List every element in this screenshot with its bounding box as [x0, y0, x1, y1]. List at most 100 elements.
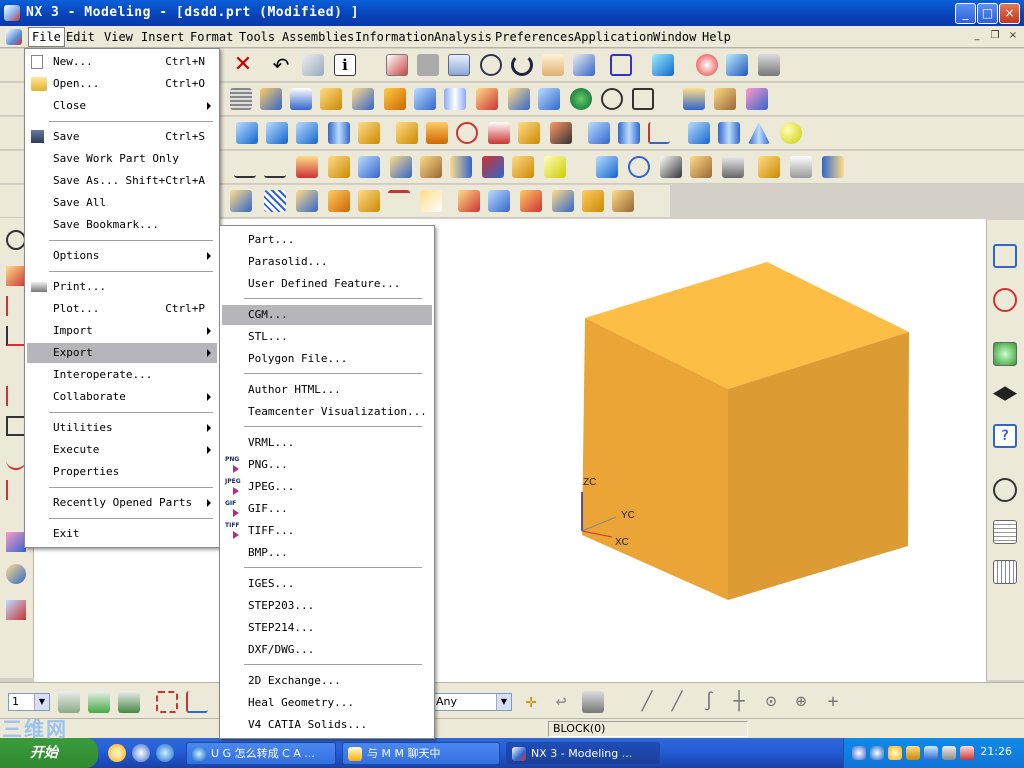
curve-icon-8[interactable]	[450, 156, 472, 178]
file-import[interactable]: Import	[27, 321, 217, 341]
document-icon[interactable]	[6, 29, 22, 45]
form-icon-3[interactable]	[296, 122, 318, 144]
curve-icon-3[interactable]	[296, 156, 318, 178]
snap-existing-point-icon[interactable]: +	[822, 691, 844, 713]
file-save[interactable]: Save Ctrl+S	[27, 127, 217, 147]
export-jpeg[interactable]: JPEG JPEG...	[222, 477, 432, 497]
surface-icon-5[interactable]	[722, 156, 744, 178]
rotate-icon[interactable]	[511, 54, 533, 76]
surface-icon-7[interactable]	[790, 156, 812, 178]
layer-visible-icon[interactable]	[88, 691, 110, 713]
task-button-chat[interactable]: 与 M M 聊天中	[342, 742, 500, 765]
file-recently-opened-parts[interactable]: Recently Opened Parts	[27, 493, 217, 513]
menu-preferences[interactable]: Preferences	[493, 29, 576, 45]
help-icon[interactable]: ?	[993, 424, 1017, 448]
close-button[interactable]: ×	[999, 3, 1020, 24]
feature-icon-14[interactable]	[632, 88, 654, 110]
freeform-icon-2[interactable]	[264, 190, 286, 212]
block-icon[interactable]	[688, 122, 710, 144]
menu-assemblies[interactable]: Assemblies	[280, 29, 356, 45]
freeform-icon-9[interactable]	[488, 190, 510, 212]
freeform-icon-8[interactable]	[458, 190, 480, 212]
freeform-icon-11[interactable]	[552, 190, 574, 212]
tray-expand-icon[interactable]	[852, 746, 866, 760]
tray-messenger-icon[interactable]	[870, 746, 884, 760]
menu-window[interactable]: Window	[651, 29, 698, 45]
snap-control-point-icon[interactable]: ∫	[698, 691, 720, 713]
history-icon[interactable]	[993, 478, 1017, 502]
zoom-window-icon[interactable]	[448, 54, 470, 76]
freeform-icon-7[interactable]	[420, 190, 442, 212]
feature-icon-6[interactable]	[384, 88, 406, 110]
file-export[interactable]: Export	[27, 343, 217, 363]
doc-minimize-icon[interactable]: _	[970, 30, 984, 43]
left-tool-icon-9[interactable]	[6, 480, 26, 500]
zoom-icon[interactable]	[417, 54, 439, 76]
web-browser-icon[interactable]	[993, 342, 1017, 366]
feature-icon-11[interactable]	[538, 88, 560, 110]
freeform-icon-13[interactable]	[612, 190, 634, 212]
feature-icon-3[interactable]	[290, 88, 312, 110]
form-icon-9[interactable]	[488, 122, 510, 144]
copy-icon[interactable]	[302, 54, 324, 76]
measure-icon[interactable]	[683, 88, 705, 110]
feature-icon-10[interactable]	[508, 88, 530, 110]
curve-icon-11[interactable]	[544, 156, 566, 178]
cylinder-icon[interactable]	[718, 122, 740, 144]
menu-edit[interactable]: Edit	[64, 29, 97, 45]
assembly-navigator-icon[interactable]	[993, 244, 1017, 268]
export-2d-exchange[interactable]: 2D Exchange...	[222, 671, 432, 691]
snap-midpoint-icon[interactable]: ╱	[666, 691, 688, 713]
file-save-as[interactable]: Save As... Shift+Ctrl+A	[27, 171, 217, 191]
snap-arc-center-icon[interactable]: ⊙	[760, 691, 782, 713]
surface-icon-8[interactable]	[822, 156, 844, 178]
tray-volume-icon[interactable]	[942, 746, 956, 760]
start-button[interactable]: 开始	[0, 738, 98, 768]
file-new[interactable]: New... Ctrl+N	[27, 52, 217, 72]
curve-icon-9[interactable]	[482, 156, 504, 178]
feature-icon-9[interactable]	[476, 88, 498, 110]
training-icon[interactable]	[993, 386, 1017, 401]
curve-icon-6[interactable]	[390, 156, 412, 178]
export-png[interactable]: PNG PNG...	[222, 455, 432, 475]
snap-intersection-icon[interactable]: ┼	[728, 691, 750, 713]
file-plot[interactable]: Plot... Ctrl+P	[27, 299, 217, 319]
surface-icon-6[interactable]	[758, 156, 780, 178]
curve-icon-5[interactable]	[358, 156, 380, 178]
delete-icon[interactable]: ✕	[232, 54, 254, 76]
left-tool-icon-3[interactable]	[6, 296, 26, 316]
form-icon-7[interactable]	[426, 122, 448, 144]
file-save-bookmark[interactable]: Save Bookmark...	[27, 215, 217, 235]
doc-restore-icon[interactable]: ❐	[988, 30, 1002, 43]
file-interoperate[interactable]: Interoperate...	[27, 365, 217, 385]
form-icon-12[interactable]	[588, 122, 610, 144]
zoom-in-icon[interactable]	[480, 54, 502, 76]
left-tool-icon-6[interactable]	[6, 386, 26, 406]
maximize-button[interactable]: □	[977, 3, 998, 24]
export-parasolid[interactable]: Parasolid...	[222, 252, 432, 272]
file-exit[interactable]: Exit	[27, 524, 217, 544]
pan-icon[interactable]	[542, 54, 564, 76]
menu-view[interactable]: View	[102, 29, 135, 45]
left-tool-icon-7[interactable]	[6, 416, 26, 436]
menu-tools[interactable]: Tools	[237, 29, 277, 45]
wcs-origin-icon[interactable]	[156, 691, 178, 713]
snap-quadrant-icon[interactable]: ⊕	[790, 691, 812, 713]
export-stl[interactable]: STL...	[222, 327, 432, 347]
tray-lock-icon[interactable]	[906, 746, 920, 760]
browser-icon[interactable]	[156, 744, 174, 762]
file-options[interactable]: Options	[27, 246, 217, 266]
show-icon[interactable]	[726, 54, 748, 76]
export-cgm[interactable]: CGM...	[222, 305, 432, 325]
form-icon-11[interactable]	[550, 122, 572, 144]
left-tool-icon-11[interactable]	[6, 564, 26, 584]
form-icon-1[interactable]	[236, 122, 258, 144]
messenger-icon[interactable]	[132, 744, 150, 762]
fit-icon[interactable]	[386, 54, 408, 76]
menu-analysis[interactable]: Analysis	[432, 29, 494, 45]
angle-icon[interactable]	[714, 88, 736, 110]
shaded-icon[interactable]	[652, 54, 674, 76]
move-to-layer-icon[interactable]	[118, 691, 140, 713]
work-layer-select[interactable]: 1 ▼	[8, 693, 50, 711]
wireframe-icon[interactable]	[610, 54, 632, 76]
